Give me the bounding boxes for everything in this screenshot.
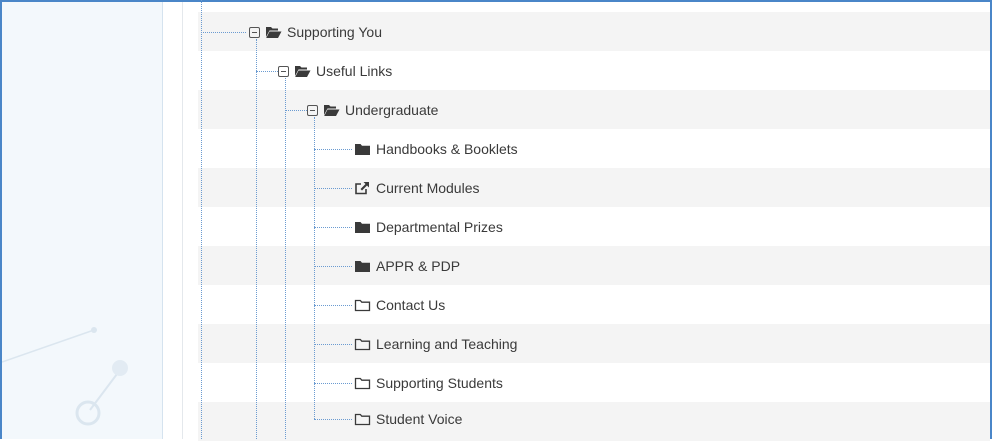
folder-filled-icon: [355, 144, 370, 155]
folder-open-icon: [295, 66, 311, 77]
tree-item-useful-links[interactable]: Useful Links: [278, 61, 392, 81]
tree-item-label: Current Modules: [376, 180, 480, 196]
tree-item-label: Supporting Students: [376, 375, 503, 391]
tree-connector: [314, 305, 352, 306]
folder-outline-icon: [354, 377, 371, 390]
tree-item-label: Useful Links: [316, 63, 393, 79]
folder-filled-icon: [355, 261, 370, 272]
left-decorative-panel: [2, 2, 163, 439]
network-decoration: [2, 327, 128, 426]
tree-connector: [285, 78, 286, 439]
tree-item-student-voice[interactable]: Student Voice: [354, 409, 462, 429]
tree-connector: [314, 266, 352, 267]
tree-connector: [256, 71, 278, 72]
tree-item-appr-pdp[interactable]: APPR & PDP: [354, 256, 460, 276]
tree-connector: [314, 117, 315, 419]
tree-item-departmental-prizes[interactable]: Departmental Prizes: [354, 217, 503, 237]
tree-connector: [314, 149, 352, 150]
tree-item-label: Student Voice: [376, 411, 463, 427]
tree-connector: [201, 32, 246, 33]
tree-item-learning-and-teaching[interactable]: Learning and Teaching: [354, 334, 517, 354]
collapse-toggle-icon[interactable]: [249, 26, 260, 38]
column-divider: [182, 2, 183, 439]
tree-connector: [256, 39, 257, 439]
tree-connector: [314, 227, 352, 228]
folder-outline-icon: [354, 338, 371, 351]
tree-connector: [285, 110, 307, 111]
tree-row: [198, 402, 990, 441]
tree-connector: [314, 419, 352, 420]
tree-connector: [314, 383, 352, 384]
folder-outline-icon: [354, 299, 371, 312]
external-link-icon: [355, 182, 369, 195]
folder-outline-icon: [354, 413, 371, 426]
tree-item-label: Undergraduate: [345, 102, 439, 118]
tree-item-label: Learning and Teaching: [376, 336, 518, 352]
tree-item-label: Supporting You: [287, 24, 382, 40]
folder-open-icon: [324, 105, 340, 116]
collapse-toggle-icon[interactable]: [278, 65, 289, 77]
tree-item-handbooks-booklets[interactable]: Handbooks & Booklets: [354, 139, 518, 159]
tree-item-contact-us[interactable]: Contact Us: [354, 295, 445, 315]
tree-item-supporting-students[interactable]: Supporting Students: [354, 373, 503, 393]
tree-connector: [314, 344, 352, 345]
tree-connector: [314, 188, 352, 189]
tree-item-label: APPR & PDP: [376, 258, 461, 274]
tree-item-label: Contact Us: [376, 297, 446, 313]
tree-item-label: Departmental Prizes: [376, 219, 503, 235]
tree-item-undergraduate[interactable]: Undergraduate: [307, 100, 438, 120]
folder-filled-icon: [355, 222, 370, 233]
folder-open-icon: [266, 27, 282, 38]
folder-tree: Supporting You Useful Links Undergraduat…: [198, 0, 990, 441]
tree-item-supporting-you[interactable]: Supporting You: [249, 22, 382, 42]
collapse-toggle-icon[interactable]: [307, 104, 318, 116]
tree-item-label: Handbooks & Booklets: [376, 141, 518, 157]
tree-connector: [201, 0, 202, 439]
tree-item-current-modules[interactable]: Current Modules: [354, 178, 480, 198]
